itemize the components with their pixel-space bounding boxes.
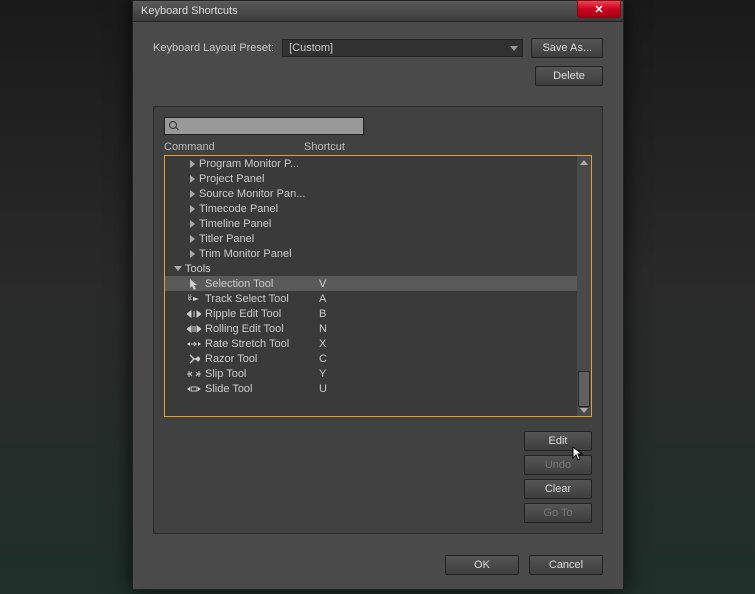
ok-button[interactable]: OK [445, 555, 519, 575]
footer-buttons: OK Cancel [445, 555, 603, 575]
undo-button[interactable]: Undo [524, 455, 592, 475]
rate-stretch-tool-icon [187, 338, 201, 350]
tree-row-tool-ripple-edit[interactable]: Ripple Edit Tool B [165, 306, 577, 321]
tree-row-tool-track-select[interactable]: Track Select Tool A [165, 291, 577, 306]
clear-button[interactable]: Clear [524, 479, 592, 499]
razor-tool-icon [187, 353, 201, 365]
slide-tool-icon [187, 383, 201, 395]
scroll-up-icon[interactable] [578, 157, 590, 167]
search-icon [169, 121, 179, 131]
tree-row-tool-selection[interactable]: Selection Tool V [165, 276, 577, 291]
save-as-button[interactable]: Save As... [531, 38, 603, 58]
tree-row-panel[interactable]: Timeline Panel [165, 216, 577, 231]
rolling-edit-tool-icon [187, 323, 201, 335]
close-icon: ✕ [594, 3, 603, 16]
tree-row-tool-razor[interactable]: Razor Tool C [165, 351, 577, 366]
slip-tool-icon [187, 368, 201, 380]
tree-row-panel[interactable]: Trim Monitor Panel [165, 246, 577, 261]
search-input[interactable] [183, 120, 359, 132]
expand-icon [187, 250, 197, 258]
tree-row-panel[interactable]: Project Panel [165, 171, 577, 186]
column-headers: Command Shortcut [164, 141, 592, 153]
expand-icon [187, 175, 197, 183]
action-buttons: Edit Undo Clear Go To [164, 431, 592, 523]
tree-row-panel[interactable]: Source Monitor Pan... [165, 186, 577, 201]
tree-row-panel[interactable]: Program Monitor P... [165, 156, 577, 171]
expand-icon [187, 205, 197, 213]
track-select-tool-icon [187, 293, 201, 305]
tree-row-panel[interactable]: Titler Panel [165, 231, 577, 246]
preset-value: [Custom] [289, 42, 333, 54]
expand-icon [187, 220, 197, 228]
tree-content: Program Monitor P... Project Panel Sourc… [165, 156, 577, 396]
delete-row: Delete [153, 66, 603, 86]
preset-dropdown[interactable]: [Custom] [282, 39, 523, 57]
header-command: Command [164, 141, 304, 153]
keyboard-shortcuts-dialog: Keyboard Shortcuts ✕ Keyboard Layout Pre… [132, 0, 624, 590]
expand-icon [187, 160, 197, 168]
tree-row-tools-group[interactable]: Tools [165, 261, 577, 276]
scrollbar[interactable] [577, 156, 591, 416]
dialog-title: Keyboard Shortcuts [141, 5, 238, 17]
dialog-content: Keyboard Layout Preset: [Custom] Save As… [133, 22, 623, 550]
scroll-thumb[interactable] [578, 371, 590, 407]
shortcuts-panel: Command Shortcut Program Monitor P... Pr… [153, 106, 603, 534]
close-button[interactable]: ✕ [577, 0, 621, 18]
titlebar[interactable]: Keyboard Shortcuts ✕ [133, 1, 623, 22]
preset-label: Keyboard Layout Preset: [153, 42, 274, 54]
chevron-down-icon [510, 46, 518, 51]
tree-row-tool-slip[interactable]: Slip Tool Y [165, 366, 577, 381]
header-shortcut: Shortcut [304, 141, 592, 153]
collapse-icon [173, 266, 183, 271]
preset-row: Keyboard Layout Preset: [Custom] Save As… [153, 38, 603, 58]
selection-tool-icon [187, 278, 201, 290]
tree-row-panel[interactable]: Timecode Panel [165, 201, 577, 216]
cancel-button[interactable]: Cancel [529, 555, 603, 575]
edit-button[interactable]: Edit [524, 431, 592, 451]
tree-row-tool-rolling-edit[interactable]: Rolling Edit Tool N [165, 321, 577, 336]
shortcuts-tree: Program Monitor P... Project Panel Sourc… [164, 155, 592, 417]
ripple-edit-tool-icon [187, 308, 201, 320]
expand-icon [187, 235, 197, 243]
tree-row-tool-slide[interactable]: Slide Tool U [165, 381, 577, 396]
delete-button[interactable]: Delete [535, 66, 603, 86]
scroll-down-icon[interactable] [578, 405, 590, 415]
expand-icon [187, 190, 197, 198]
goto-button[interactable]: Go To [524, 503, 592, 523]
tree-row-tool-rate-stretch[interactable]: Rate Stretch Tool X [165, 336, 577, 351]
search-box[interactable] [164, 117, 364, 135]
